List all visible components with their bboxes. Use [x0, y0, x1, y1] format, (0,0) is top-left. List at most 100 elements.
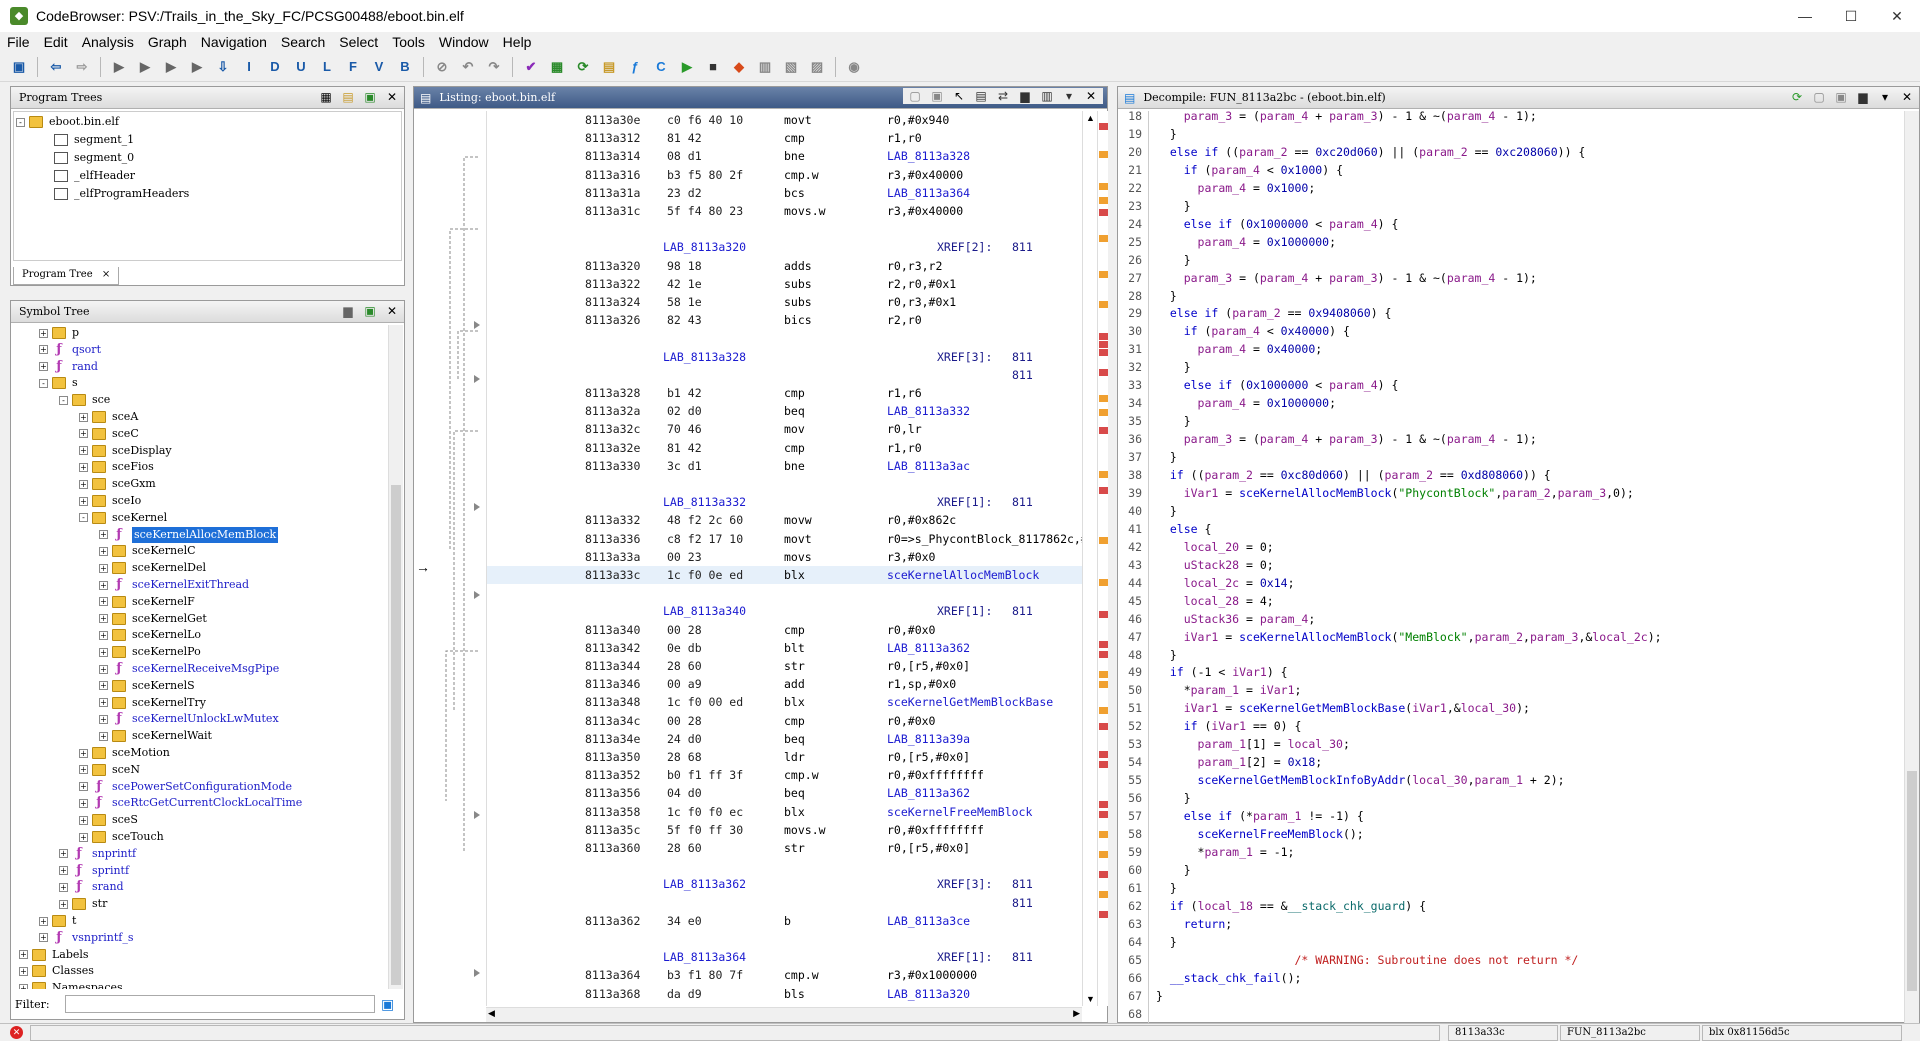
expand-icon[interactable]: + — [99, 630, 108, 640]
menu-tools[interactable]: Tools — [385, 34, 432, 50]
listing-instruction-row[interactable]: 8113a346 00 a9 add r1,sp,#0x0 — [487, 675, 1082, 693]
decompile-code[interactable]: else if (param_2 == 0x9408060) { — [1156, 304, 1392, 322]
listing-label-row[interactable]: LAB_8113a364 XREF[1]: 811 — [487, 948, 1082, 966]
undo-icon[interactable]: ↶ — [457, 56, 479, 78]
overview-marker[interactable] — [1099, 349, 1108, 356]
listing-instruction-row[interactable]: 8113a358 1c f0 f0 ec blx sceKernelFreeMemBl… — [487, 803, 1082, 821]
code-label[interactable]: LAB_8113a362 — [663, 875, 746, 893]
expand-icon[interactable]: + — [39, 345, 48, 355]
xref-count[interactable]: XREF[1]: — [937, 602, 992, 620]
overview-marker[interactable] — [1099, 487, 1108, 494]
expand-icon[interactable]: + — [99, 731, 108, 741]
listing-instruction-row[interactable]: 8113a34e 24 d0 beq LAB_8113a39a — [487, 730, 1082, 748]
expand-icon[interactable]: + — [99, 681, 108, 691]
symbol-tree-node[interactable]: + ƒ sceKernelExitThread — [99, 577, 249, 593]
listing-instruction-row[interactable]: 8113a34c 00 28 cmp r0,#0x0 — [487, 712, 1082, 730]
decompile-code[interactable]: else if (*param_1 != -1) { — [1156, 807, 1364, 825]
listing-instruction-row[interactable]: 8113a364 b3 f1 80 7f cmp.w r3,#0x1000000 — [487, 966, 1082, 984]
maximize-button[interactable]: ☐ — [1828, 0, 1874, 32]
decompile-line[interactable]: 30 if (param_4 < 0x40000) { — [1118, 322, 1903, 340]
overview-marker[interactable] — [1099, 723, 1108, 730]
symbol-tree-node[interactable]: + sceKernelLo — [99, 627, 201, 643]
decompile-code[interactable]: } — [1156, 287, 1177, 305]
decompile-line[interactable]: 48 } — [1118, 646, 1903, 664]
decompile-code[interactable]: } — [1156, 879, 1177, 897]
instruction-operands[interactable]: LAB_8113a328 — [887, 147, 970, 165]
symbol-tree-node[interactable]: + sceN — [79, 762, 140, 778]
collapse-icon[interactable]: - — [39, 378, 48, 388]
decompile-line[interactable]: 36 param_3 = (param_4 + param_3) - 1 & ~… — [1118, 430, 1903, 448]
symbol-tree-node[interactable]: + sceKernelWait — [99, 728, 212, 744]
decompile-code[interactable]: param_4 = 0x40000; — [1156, 340, 1323, 358]
overview-marker[interactable] — [1099, 271, 1108, 278]
xref-address[interactable]: 811 — [1012, 238, 1033, 256]
expand-icon[interactable]: + — [79, 748, 88, 758]
decompile-code[interactable]: *param_1 = -1; — [1156, 843, 1295, 861]
xref-address[interactable]: 811 — [1012, 348, 1033, 366]
decompile-icon[interactable]: C — [650, 56, 672, 78]
decompile-code[interactable]: } — [1156, 197, 1191, 215]
decompile-code[interactable]: } — [1156, 646, 1177, 664]
symbol-tree-node[interactable]: + sceKernelDel — [99, 560, 206, 576]
symbol-tree-node[interactable]: + sceC — [79, 426, 139, 442]
decompile-line[interactable]: 32 } — [1118, 358, 1903, 376]
decompile-code[interactable]: sceKernelGetMemBlockInfoByAddr(local_30,… — [1156, 771, 1565, 789]
chevron-down-icon[interactable]: ▾ — [1877, 89, 1893, 105]
overview-marker[interactable] — [1099, 341, 1108, 348]
overview-marker[interactable] — [1099, 209, 1108, 216]
expand-icon[interactable]: + — [59, 849, 68, 859]
overview-marker[interactable] — [1099, 409, 1108, 416]
overview-marker[interactable] — [1099, 183, 1108, 190]
symbol-tree-node[interactable]: + ƒ rand — [39, 359, 98, 375]
decompile-code[interactable]: param_4 = 0x1000000; — [1156, 394, 1337, 412]
decompile-code[interactable]: if (iVar1 == 0) { — [1156, 717, 1302, 735]
overview-marker[interactable] — [1099, 671, 1108, 678]
listing-instruction-row[interactable]: 8113a344 28 60 str r0,[r5,#0x0] — [487, 657, 1082, 675]
expand-icon[interactable]: + — [99, 647, 108, 657]
filter-input[interactable] — [65, 995, 375, 1013]
scroll-right-icon[interactable]: ▶ — [1073, 1008, 1080, 1019]
decompile-line[interactable]: 40 } — [1118, 502, 1903, 520]
symbol-tree-node[interactable]: -s — [39, 375, 78, 391]
down-arrow-icon[interactable]: ⇩ — [212, 56, 234, 78]
close-icon[interactable]: ✕ — [1083, 88, 1099, 104]
decompile-code[interactable]: local_28 = 4; — [1156, 592, 1274, 610]
decompile-code[interactable]: if (-1 < iVar1) { — [1156, 663, 1288, 681]
code-label[interactable]: LAB_8113a332 — [663, 493, 746, 511]
expand-icon[interactable]: + — [99, 530, 108, 540]
menu-navigation[interactable]: Navigation — [194, 34, 274, 50]
listing-instruction-row[interactable]: 8113a320 98 18 adds r0,r3,r2 — [487, 257, 1082, 275]
decompile-code[interactable]: sceKernelFreeMemBlock(); — [1156, 825, 1364, 843]
menu-edit[interactable]: Edit — [37, 34, 75, 50]
decompile-code[interactable]: else if (0x1000000 < param_4) { — [1156, 376, 1399, 394]
collapse-icon[interactable]: - — [16, 117, 25, 127]
xref-address[interactable]: 811 — [1012, 875, 1033, 893]
options-icon[interactable]: ▥ — [1039, 88, 1055, 104]
expand-icon[interactable]: + — [99, 714, 108, 724]
scroll-down-icon[interactable]: ▼ — [1086, 994, 1095, 1004]
decompile-line[interactable]: 66 __stack_chk_fail(); — [1118, 969, 1903, 987]
decompile-code[interactable]: iVar1 = sceKernelGetMemBlockBase(iVar1,&… — [1156, 699, 1530, 717]
expand-icon[interactable]: + — [39, 933, 48, 943]
decompile-line[interactable]: 62 if (local_18 == &__stack_chk_guard) { — [1118, 897, 1903, 915]
decompile-line[interactable]: 22 param_4 = 0x1000; — [1118, 179, 1903, 197]
decompile-code[interactable]: if ((param_2 == 0xc80d060) || (param_2 =… — [1156, 466, 1551, 484]
decompile-line[interactable]: 67} — [1118, 987, 1903, 1005]
expand-icon[interactable]: + — [99, 664, 108, 674]
listing-instruction-row[interactable]: 8113a324 58 1e subs r0,r3,#0x1 — [487, 293, 1082, 311]
nav-value-icon[interactable]: V — [368, 56, 390, 78]
instruction-operands[interactable]: sceKernelAllocMemBlock — [887, 566, 1039, 584]
decompile-code[interactable]: if (param_4 < 0x40000) { — [1156, 322, 1350, 340]
overview-marker[interactable] — [1099, 427, 1108, 434]
overview-marker[interactable] — [1099, 151, 1108, 158]
nav-data-icon[interactable]: D — [264, 56, 286, 78]
listing-instruction-row[interactable]: 8113a368 da d9 bls LAB_8113a320 — [487, 985, 1082, 1003]
instruction-operands[interactable]: LAB_8113a39a — [887, 730, 970, 748]
listing-instruction-row[interactable]: 8113a33c 1c f0 0e ed blx sceKernelAllocMemB… — [487, 566, 1082, 584]
instruction-operands[interactable]: LAB_8113a362 — [887, 784, 970, 802]
symbol-tree-node[interactable]: + sceTouch — [79, 829, 164, 845]
decompile-line[interactable]: 27 param_3 = (param_4 + param_3) - 1 & ~… — [1118, 269, 1903, 287]
symbol-tree-node[interactable]: + sceKernelC — [99, 543, 196, 559]
code-label[interactable]: LAB_8113a320 — [663, 238, 746, 256]
symbol-tree-node[interactable]: + sceIo — [79, 493, 141, 509]
